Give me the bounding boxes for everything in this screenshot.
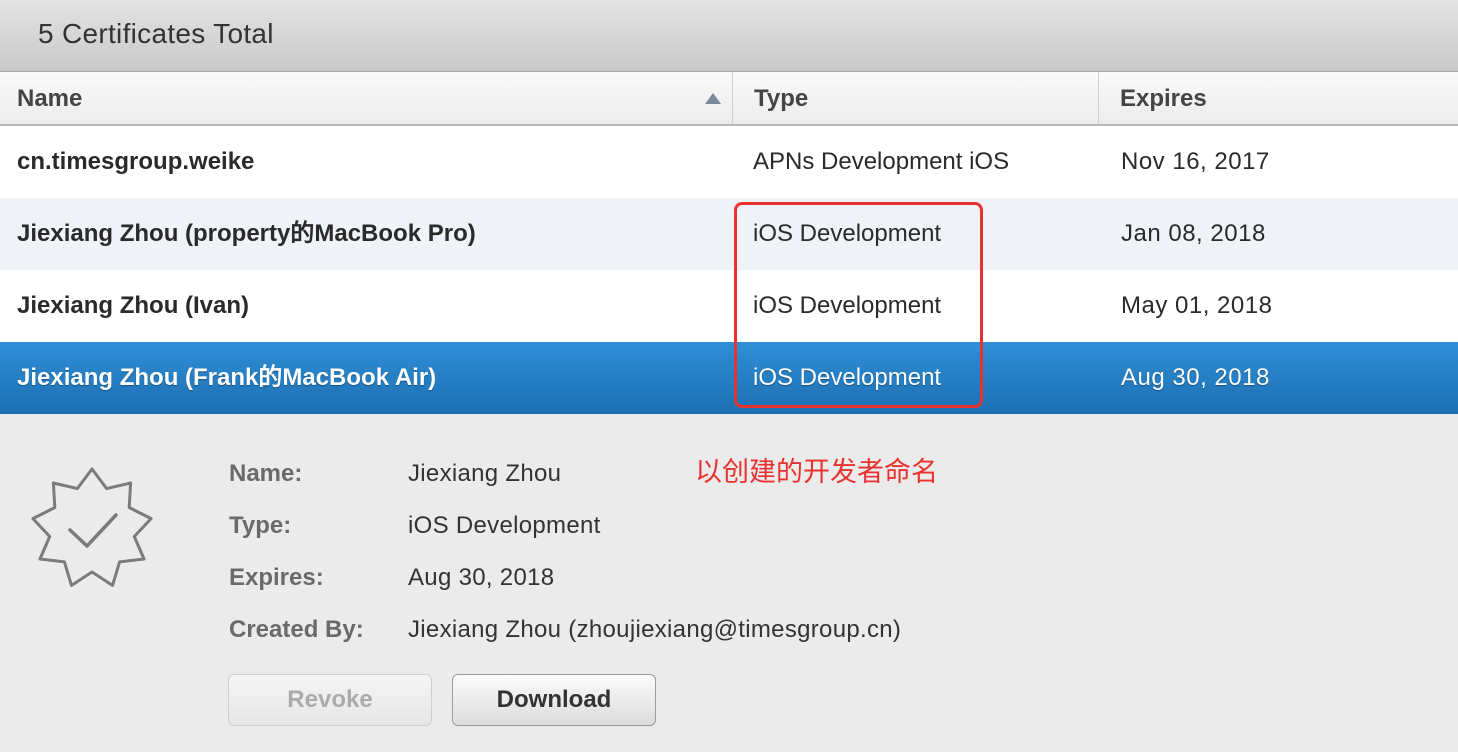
sort-ascending-icon[interactable]: [705, 93, 721, 104]
revoke-button[interactable]: Revoke: [228, 674, 432, 726]
table-row[interactable]: cn.timesgroup.weike APNs Development iOS…: [0, 126, 1458, 198]
cell-name: Jiexiang Zhou (Ivan): [17, 292, 250, 319]
cell-name: Jiexiang Zhou (property的MacBook Pro): [17, 220, 476, 247]
table-row-selected[interactable]: Jiexiang Zhou (Frank的MacBook Air) iOS De…: [0, 342, 1458, 414]
table-row[interactable]: Jiexiang Zhou (property的MacBook Pro) iOS…: [0, 198, 1458, 270]
table-header: Name Type Expires: [0, 72, 1458, 126]
detail-created-by-value: Jiexiang Zhou (zhoujiexiang@timesgroup.c…: [408, 616, 902, 643]
cell-name: Jiexiang Zhou (Frank的MacBook Air): [17, 364, 437, 391]
annotation-highlight-box: [734, 202, 983, 408]
detail-name-label: Name:: [229, 460, 303, 487]
detail-expires-label: Expires:: [229, 564, 324, 591]
cell-name: cn.timesgroup.weike: [17, 148, 255, 175]
cell-type: APNs Development iOS: [753, 148, 1010, 175]
detail-created-by-label: Created By:: [229, 616, 364, 643]
detail-name-value: Jiexiang Zhou: [408, 460, 562, 487]
download-button[interactable]: Download: [452, 674, 656, 726]
column-header-expires[interactable]: Expires: [1099, 72, 1458, 124]
annotation-note: 以创建的开发者命名: [695, 457, 938, 488]
table-row[interactable]: Jiexiang Zhou (Ivan) iOS Development May…: [0, 270, 1458, 342]
certificates-count-title: 5 Certificates Total: [38, 18, 274, 49]
certificate-badge-icon: [31, 467, 153, 587]
header-bar: 5 Certificates Total: [0, 0, 1458, 72]
detail-expires-value: Aug 30, 2018: [408, 564, 555, 591]
cell-expires: Nov 16, 2017: [1121, 148, 1270, 175]
cell-expires: Aug 30, 2018: [1121, 364, 1270, 391]
cell-expires: Jan 08, 2018: [1121, 220, 1266, 247]
detail-type-label: Type:: [229, 512, 292, 539]
column-header-type[interactable]: Type: [733, 72, 1099, 124]
detail-type-value: iOS Development: [408, 512, 601, 539]
column-header-name[interactable]: Name: [0, 72, 733, 124]
cell-expires: May 01, 2018: [1121, 292, 1273, 319]
